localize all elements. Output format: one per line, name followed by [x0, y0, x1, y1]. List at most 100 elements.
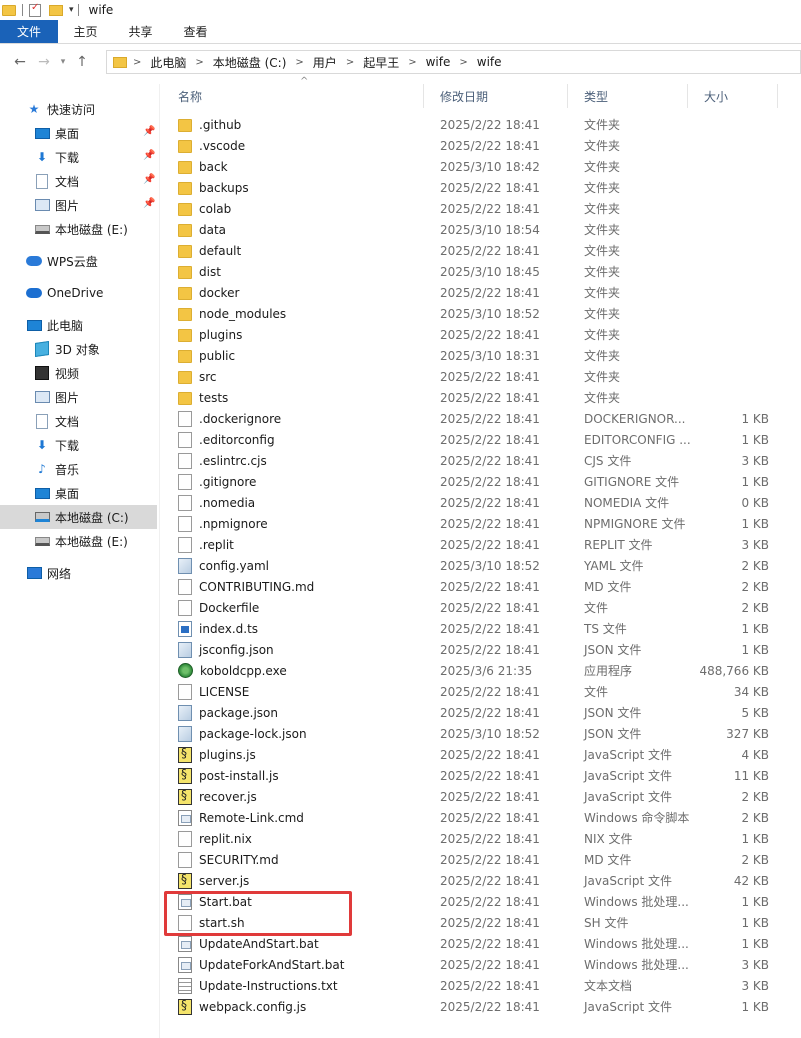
file-row[interactable]: docker 2025/2/22 18:41 文件夹 [162, 282, 801, 303]
sidebar-item-documents-pc[interactable]: 文档 [34, 409, 156, 433]
sidebar-item-drive-e[interactable]: 本地磁盘 (E:) [34, 217, 156, 241]
file-row[interactable]: LICENSE 2025/2/22 18:41 文件 34 KB [162, 681, 801, 702]
column-date-modified[interactable]: 修改日期 [424, 84, 568, 108]
file-row[interactable]: .github 2025/2/22 18:41 文件夹 [162, 114, 801, 135]
file-row[interactable]: package-lock.json 2025/3/10 18:52 JSON 文件 3… [162, 723, 801, 744]
tab-file[interactable]: 文件 [0, 20, 58, 43]
tab-share[interactable]: 共享 [113, 20, 168, 43]
file-date: 2025/3/10 18:54 [440, 222, 540, 237]
forward-arrow-icon[interactable]: → [32, 54, 56, 70]
file-row[interactable]: config.yaml 2025/3/10 18:52 YAML 文件 2 KB [162, 555, 801, 576]
sidebar-item-desktop[interactable]: 桌面 [34, 121, 156, 145]
chevron-right-icon[interactable]: > [295, 57, 303, 68]
file-row[interactable]: recover.js 2025/2/22 18:41 JavaScript 文件 2 … [162, 786, 801, 807]
file-row[interactable]: UpdateAndStart.bat 2025/2/22 18:41 Windows… [162, 933, 801, 954]
file-row[interactable]: .gitignore 2025/2/22 18:41 GITIGNORE 文件 1 K… [162, 471, 801, 492]
new-folder-icon[interactable] [49, 4, 63, 16]
file-row[interactable]: node_modules 2025/3/10 18:52 文件夹 [162, 303, 801, 324]
file-row[interactable]: replit.nix 2025/2/22 18:41 NIX 文件 1 KB [162, 828, 801, 849]
chevron-right-icon[interactable]: > [195, 57, 203, 68]
file-row[interactable]: .editorconfig 2025/2/22 18:41 EDITORCONFIG… [162, 429, 801, 450]
file-row[interactable]: dist 2025/3/10 18:45 文件夹 [162, 261, 801, 282]
file-row[interactable]: Update-Instructions.txt 2025/2/22 18:41 文本… [162, 975, 801, 996]
file-row[interactable]: .dockerignore 2025/2/22 18:41 DOCKERIGNOR.… [162, 408, 801, 429]
file-row[interactable]: index.d.ts 2025/2/22 18:41 TS 文件 1 KB [162, 618, 801, 639]
up-arrow-icon[interactable]: ↑ [70, 54, 94, 70]
column-type[interactable]: 类型 [568, 84, 688, 108]
file-row[interactable]: src 2025/2/22 18:41 文件夹 [162, 366, 801, 387]
sidebar-item-pictures[interactable]: 图片 [34, 193, 156, 217]
sidebar-item-pictures-pc[interactable]: 图片 [34, 385, 156, 409]
folder-icon [178, 139, 192, 153]
chevron-down-icon[interactable]: ▾ [69, 5, 74, 15]
tab-home[interactable]: 主页 [58, 20, 113, 43]
file-row[interactable]: SECURITY.md 2025/2/22 18:41 MD 文件 2 KB [162, 849, 801, 870]
column-name[interactable]: 名称 [162, 84, 424, 108]
file-type: Windows 批处理... [584, 937, 689, 951]
file-row[interactable]: Remote-Link.cmd 2025/2/22 18:41 Windows 命令… [162, 807, 801, 828]
sidebar-item-onedrive[interactable]: OneDrive [26, 281, 156, 305]
file-row[interactable]: default 2025/2/22 18:41 文件夹 [162, 240, 801, 261]
sidebar-item-3d-objects[interactable]: 3D 对象 [34, 337, 156, 361]
sidebar-item-documents[interactable]: 文档 [34, 169, 156, 193]
breadcrumb-users[interactable]: 用户 [313, 54, 337, 71]
properties-icon[interactable] [29, 2, 41, 17]
file-row[interactable]: UpdateForkAndStart.bat 2025/2/22 18:41 Win… [162, 954, 801, 975]
file-row[interactable]: .npmignore 2025/2/22 18:41 NPMIGNORE 文件 1 K… [162, 513, 801, 534]
chevron-right-icon[interactable]: > [459, 57, 467, 68]
breadcrumb-user[interactable]: 起早王 [363, 54, 399, 71]
column-size[interactable]: 大小 [688, 84, 778, 108]
sidebar-item-drive-e-pc[interactable]: 本地磁盘 (E:) [34, 529, 156, 553]
file-row[interactable]: post-install.js 2025/2/22 18:41 JavaScript… [162, 765, 801, 786]
file-date: 2025/2/22 18:41 [440, 180, 540, 195]
file-row[interactable]: webpack.config.js 2025/2/22 18:41 JavaScri… [162, 996, 801, 1017]
breadcrumb-drive-c[interactable]: 本地磁盘 (C:) [213, 54, 287, 71]
breadcrumb-this-pc[interactable]: 此电脑 [150, 54, 186, 71]
file-row[interactable]: .eslintrc.cjs 2025/2/22 18:41 CJS 文件 3 KB [162, 450, 801, 471]
file-row[interactable]: backups 2025/2/22 18:41 文件夹 [162, 177, 801, 198]
pin-icon[interactable]: 📌 [143, 150, 155, 161]
file-name: index.d.ts [199, 621, 259, 636]
sidebar-item-this-pc[interactable]: 此电脑 [26, 313, 156, 337]
file-row[interactable]: back 2025/3/10 18:42 文件夹 [162, 156, 801, 177]
breadcrumb-wife-current[interactable]: wife [477, 55, 502, 69]
chevron-right-icon[interactable]: > [133, 57, 141, 68]
breadcrumb-wife[interactable]: wife [426, 55, 451, 69]
file-row[interactable]: .vscode 2025/2/22 18:41 文件夹 [162, 135, 801, 156]
chevron-right-icon[interactable]: > [346, 57, 354, 68]
file-row[interactable]: server.js 2025/2/22 18:41 JavaScript 文件 42 … [162, 870, 801, 891]
file-row[interactable]: tests 2025/2/22 18:41 文件夹 [162, 387, 801, 408]
recent-locations-icon[interactable]: ▾ [56, 57, 70, 67]
address-bar[interactable]: > 此电脑 > 本地磁盘 (C:) > 用户 > 起早王 > wife > wi… [106, 50, 801, 74]
file-row[interactable]: plugins 2025/2/22 18:41 文件夹 [162, 324, 801, 345]
pin-icon[interactable]: 📌 [143, 198, 155, 209]
file-size: 4 KB [741, 747, 769, 762]
sidebar-item-downloads[interactable]: ⬇ 下载 [34, 145, 156, 169]
file-row[interactable]: data 2025/3/10 18:54 文件夹 [162, 219, 801, 240]
sidebar-item-desktop-pc[interactable]: 桌面 [34, 481, 156, 505]
sidebar-item-downloads-pc[interactable]: ⬇ 下载 [34, 433, 156, 457]
file-row[interactable]: .nomedia 2025/2/22 18:41 NOMEDIA 文件 0 KB [162, 492, 801, 513]
file-row[interactable]: plugins.js 2025/2/22 18:41 JavaScript 文件 4 … [162, 744, 801, 765]
pin-icon[interactable]: 📌 [143, 174, 155, 185]
file-row[interactable]: colab 2025/2/22 18:41 文件夹 [162, 198, 801, 219]
sidebar-item-wps-cloud[interactable]: WPS云盘 [26, 249, 156, 273]
sidebar-item-drive-c[interactable]: 本地磁盘 (C:) [0, 505, 157, 529]
pin-icon[interactable]: 📌 [143, 126, 155, 137]
sidebar-item-quick-access[interactable]: ★ 快速访问 [26, 97, 156, 121]
file-date: 2025/2/22 18:41 [440, 201, 540, 216]
file-row[interactable]: public 2025/3/10 18:31 文件夹 [162, 345, 801, 366]
file-row[interactable]: jsconfig.json 2025/2/22 18:41 JSON 文件 1 KB [162, 639, 801, 660]
chevron-right-icon[interactable]: > [408, 57, 416, 68]
file-row[interactable]: .replit 2025/2/22 18:41 REPLIT 文件 3 KB [162, 534, 801, 555]
sidebar-item-music[interactable]: ♪ 音乐 [34, 457, 156, 481]
file-row[interactable]: Dockerfile 2025/2/22 18:41 文件 2 KB [162, 597, 801, 618]
file-row[interactable]: CONTRIBUTING.md 2025/2/22 18:41 MD 文件 2 KB [162, 576, 801, 597]
sidebar-item-network[interactable]: 网络 [26, 561, 156, 585]
sidebar-item-videos[interactable]: 视频 [34, 361, 156, 385]
back-arrow-icon[interactable]: ← [8, 54, 32, 70]
tab-view[interactable]: 查看 [168, 20, 223, 43]
file-row[interactable]: koboldcpp.exe 2025/3/6 21:35 应用程序 488,766 K… [162, 660, 801, 681]
file-row[interactable]: package.json 2025/2/22 18:41 JSON 文件 5 KB [162, 702, 801, 723]
file-date: 2025/2/22 18:41 [440, 474, 540, 489]
